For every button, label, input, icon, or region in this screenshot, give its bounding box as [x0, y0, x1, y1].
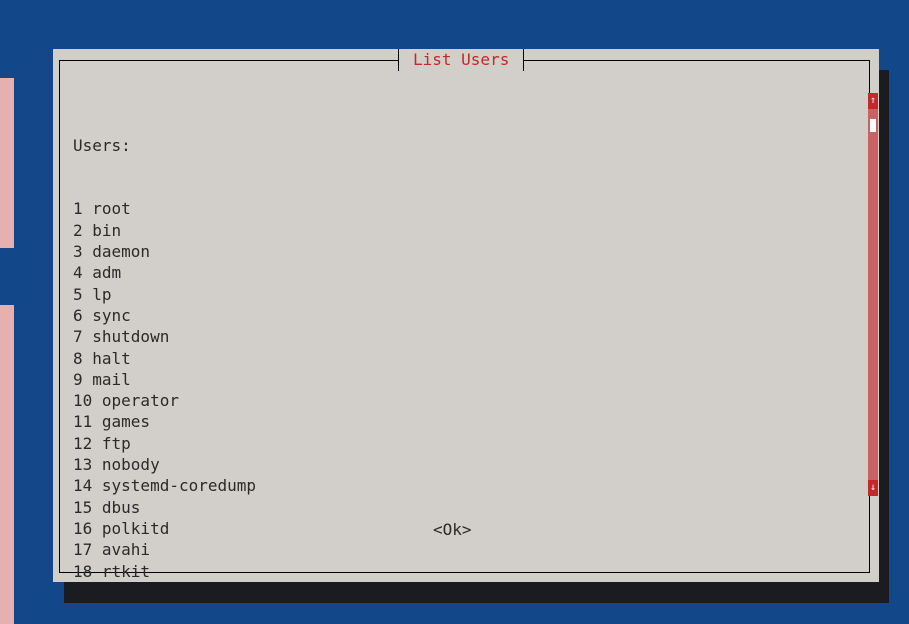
- user-list-item: 14 systemd-coredump: [73, 476, 257, 496]
- dialog-title: List Users: [398, 49, 525, 71]
- user-list-item: 17 avahi: [73, 540, 151, 560]
- user-list-textbox[interactable]: Users: 1 root 2 bin 3 daemon 4 adm 5 lp 6 syn…: [73, 92, 853, 624]
- user-list-item: 7 shutdown: [73, 327, 170, 347]
- scroll-down-arrow-icon[interactable]: ↓: [868, 480, 878, 496]
- user-list-item: 4 adm: [73, 263, 122, 283]
- scroll-up-arrow-icon[interactable]: ↑: [868, 93, 878, 109]
- user-list-item: 13 nobody: [73, 455, 160, 475]
- user-list-item: 8 halt: [73, 348, 131, 368]
- user-list-item: 18 rtkit: [73, 561, 151, 581]
- user-list-item: 5 lp: [73, 284, 112, 304]
- left-decoration-top: [0, 78, 14, 248]
- user-list-item: 12 ftp: [73, 433, 131, 453]
- user-list-item: 15 dbus: [73, 497, 141, 517]
- user-list-item: 1 root: [73, 199, 131, 219]
- scrollbar[interactable]: ↑ ↓: [868, 93, 878, 496]
- list-users-dialog: List Users Users: 1 root 2 bin 3 daemon 4 a…: [53, 49, 879, 582]
- ok-button[interactable]: <Ok>: [433, 520, 472, 539]
- user-list-item: 10 operator: [73, 391, 179, 411]
- user-list-item: 2 bin: [73, 220, 122, 240]
- user-list-item: 6 sync: [73, 305, 131, 325]
- left-decoration-bottom: [0, 305, 14, 624]
- user-list-item: 11 games: [73, 412, 151, 432]
- user-list-item: 3 daemon: [73, 242, 151, 262]
- scrollbar-thumb[interactable]: [870, 119, 876, 132]
- user-list-item: 9 mail: [73, 369, 131, 389]
- users-heading: Users:: [73, 135, 131, 155]
